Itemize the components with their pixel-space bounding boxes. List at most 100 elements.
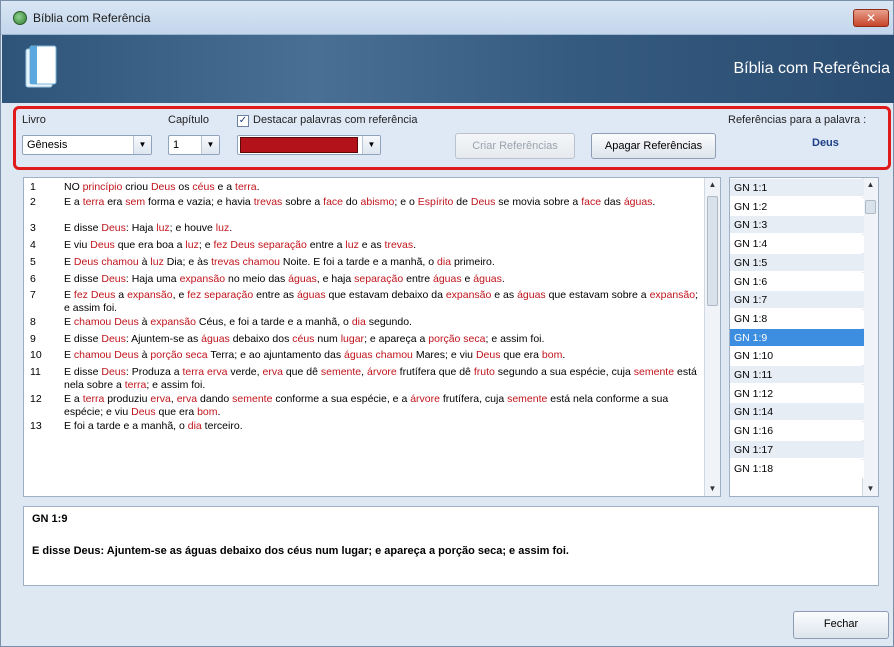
reference-word[interactable]: águas (624, 196, 653, 208)
reference-word[interactable]: terra (83, 393, 105, 405)
reference-word[interactable]: Deus (131, 406, 156, 418)
scroll-down-icon[interactable]: ▼ (705, 482, 720, 496)
reference-word[interactable]: expansão (446, 289, 492, 301)
reference-word[interactable]: expansão (650, 289, 696, 301)
reference-word[interactable]: Deus (101, 273, 126, 285)
verse-scrollbar[interactable]: ▲ ▼ (704, 178, 720, 496)
reference-item[interactable]: GN 1:14 (730, 403, 864, 422)
reference-item[interactable]: GN 1:12 (730, 384, 864, 403)
reference-word[interactable]: Deus (101, 333, 126, 345)
reference-word[interactable]: separação (258, 239, 307, 251)
reference-word[interactable]: terra (183, 366, 205, 378)
reference-word[interactable]: fruto (474, 366, 495, 378)
reference-word[interactable]: chamou (101, 256, 138, 268)
reference-word[interactable]: Deus (114, 349, 139, 361)
reference-word[interactable]: Deus (74, 256, 99, 268)
reference-item[interactable]: GN 1:18 (730, 459, 864, 478)
reference-word[interactable]: céus (192, 181, 214, 193)
reference-word[interactable]: terra (83, 196, 105, 208)
scroll-thumb[interactable] (865, 200, 876, 214)
reference-word[interactable]: expansão (180, 273, 226, 285)
reference-word[interactable]: dia (352, 316, 366, 328)
reference-word[interactable]: Deus (114, 316, 139, 328)
reference-word[interactable]: Deus (471, 196, 496, 208)
reference-word[interactable]: erva (150, 393, 170, 405)
fechar-button[interactable]: Fechar (793, 611, 889, 639)
reference-word[interactable]: abismo (361, 196, 395, 208)
apagar-referencias-button[interactable]: Apagar Referências (591, 133, 716, 159)
reference-word[interactable]: Deus (151, 181, 176, 193)
reference-item[interactable]: GN 1:9 (730, 328, 864, 347)
reference-word[interactable]: águas (288, 273, 317, 285)
reference-word[interactable]: sem (125, 196, 145, 208)
reference-word[interactable]: terra (125, 379, 147, 391)
window-close-button[interactable]: ✕ (853, 9, 889, 27)
reference-word[interactable]: luz (185, 239, 198, 251)
reference-word[interactable]: trevas (385, 239, 414, 251)
reference-word[interactable]: erva (207, 366, 227, 378)
reference-word[interactable]: Deus (101, 222, 126, 234)
highlight-checkbox[interactable]: ✓ (237, 115, 249, 127)
reference-word[interactable]: Espírito (418, 196, 454, 208)
reference-word[interactable]: Deus (91, 289, 116, 301)
scroll-up-icon[interactable]: ▲ (705, 178, 720, 192)
highlight-color-select[interactable]: ▼ (237, 135, 381, 155)
reference-word[interactable]: semente (321, 366, 361, 378)
reference-word[interactable]: águas (344, 349, 373, 361)
verse-list[interactable]: ▲ ▼ 1 NO princípio criou Deus os céus e a… (23, 177, 721, 497)
reference-item[interactable]: GN 1:2 (730, 197, 864, 216)
reference-word[interactable]: dia (437, 256, 451, 268)
scroll-up-icon[interactable]: ▲ (863, 178, 878, 192)
reference-item[interactable]: GN 1:4 (730, 235, 864, 254)
reference-word[interactable]: céus (292, 333, 314, 345)
livro-select[interactable]: Gênesis ▼ (22, 135, 152, 155)
reference-word[interactable]: trevas (211, 256, 240, 268)
reference-word[interactable]: Deus (476, 349, 501, 361)
reference-word[interactable]: águas (297, 289, 326, 301)
reference-item[interactable]: GN 1:17 (730, 440, 864, 459)
reference-word[interactable]: separação (354, 273, 403, 285)
reference-word[interactable]: semente (507, 393, 547, 405)
reference-word[interactable]: fez (213, 239, 227, 251)
reference-word[interactable]: luz (150, 256, 163, 268)
reference-word[interactable]: águas (433, 273, 462, 285)
reference-word[interactable]: Deus (101, 366, 126, 378)
reference-word[interactable]: face (323, 196, 343, 208)
reference-item[interactable]: GN 1:1 (730, 179, 864, 197)
reference-word[interactable]: semente (232, 393, 272, 405)
reference-item[interactable]: GN 1:16 (730, 422, 864, 441)
reference-item[interactable]: GN 1:11 (730, 366, 864, 384)
reference-word[interactable]: semente (634, 366, 674, 378)
reference-word[interactable]: separação (204, 289, 253, 301)
reference-word[interactable]: chamou (243, 256, 280, 268)
reference-word[interactable]: trevas (254, 196, 283, 208)
reference-word[interactable]: porção seca (428, 333, 485, 345)
reference-word[interactable]: erva (262, 366, 282, 378)
reference-word[interactable]: luz (345, 239, 358, 251)
criar-referencias-button[interactable]: Criar Referências (455, 133, 575, 159)
reference-word[interactable]: dia (188, 420, 202, 432)
reference-item[interactable]: GN 1:10 (730, 347, 864, 366)
reference-item[interactable]: GN 1:8 (730, 309, 864, 328)
reference-word[interactable]: expansão (127, 289, 173, 301)
reference-word[interactable]: Deus (90, 239, 115, 251)
reference-word[interactable]: lugar (341, 333, 364, 345)
reference-word[interactable]: chamou (74, 316, 111, 328)
reference-item[interactable]: GN 1:3 (730, 216, 864, 235)
scroll-down-icon[interactable]: ▼ (863, 482, 878, 496)
reference-scrollbar[interactable]: ▲ ▼ (862, 178, 878, 496)
reference-word[interactable]: luz (216, 222, 229, 234)
reference-word[interactable]: porção seca (150, 349, 207, 361)
reference-word[interactable]: árvore (367, 366, 397, 378)
reference-word[interactable]: expansão (150, 316, 196, 328)
reference-word[interactable]: bom (542, 349, 562, 361)
reference-word[interactable]: terra (235, 181, 257, 193)
scroll-thumb[interactable] (707, 196, 718, 306)
reference-list[interactable]: ▲ ▼ GN 1:1 GN 1:2 GN 1:3 GN 1:4 GN 1:5 GN 1:6… (729, 177, 879, 497)
reference-word[interactable]: bom (197, 406, 217, 418)
reference-word[interactable]: chamou (376, 349, 413, 361)
capitulo-select[interactable]: 1 ▼ (168, 135, 220, 155)
reference-item[interactable]: GN 1:5 (730, 253, 864, 272)
reference-word[interactable]: luz (156, 222, 169, 234)
reference-word[interactable]: face (581, 196, 601, 208)
